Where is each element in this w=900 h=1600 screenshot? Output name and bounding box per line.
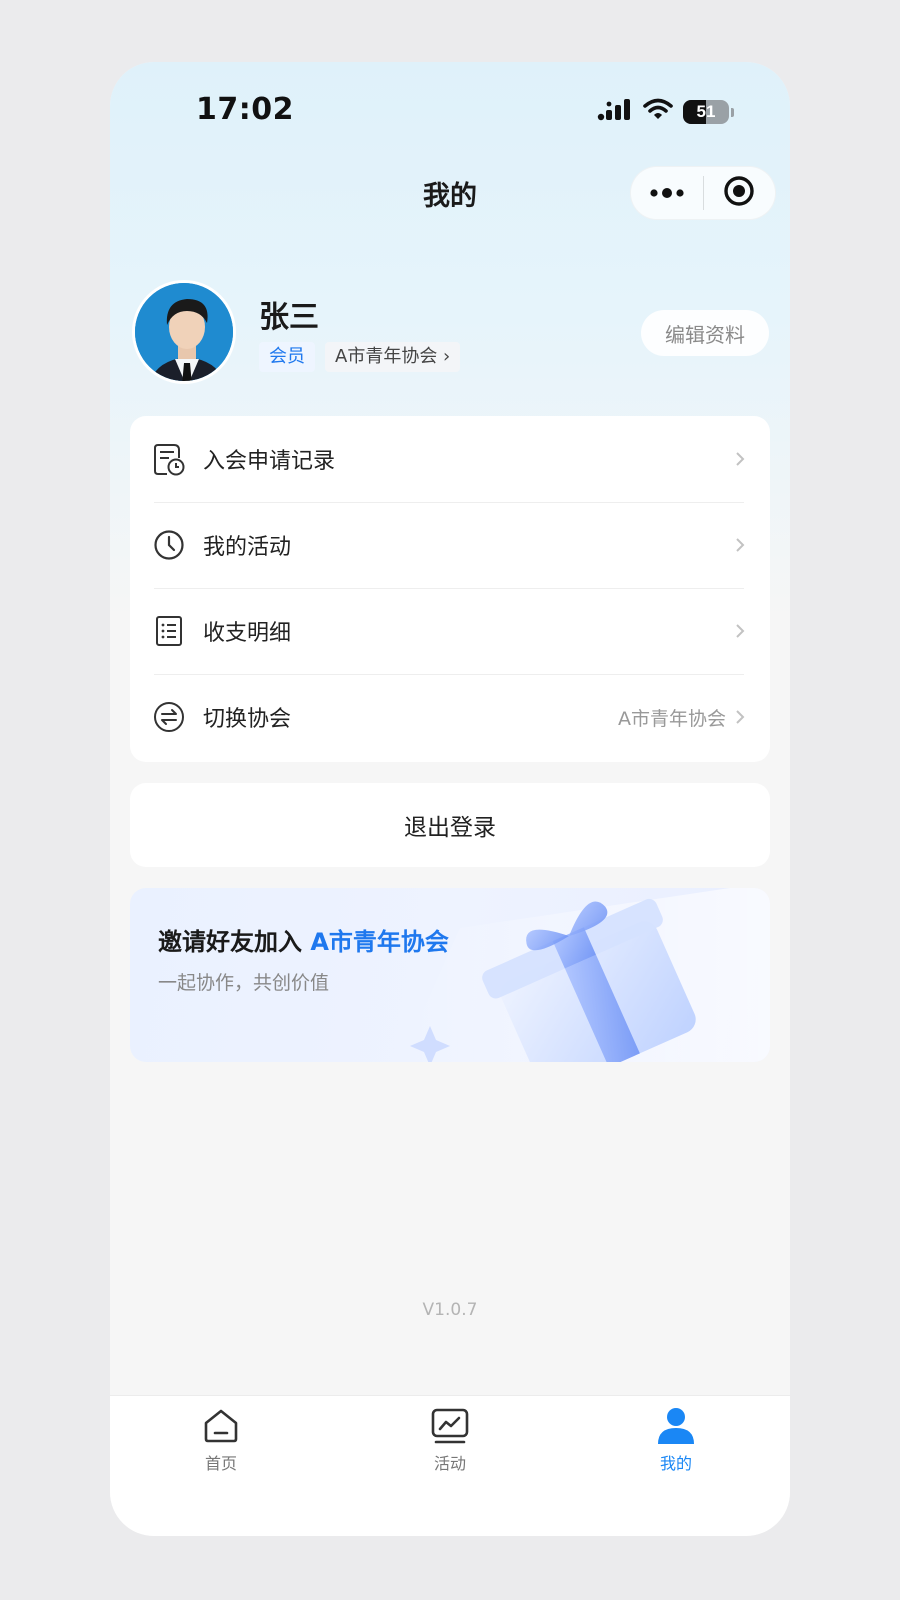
list-document-icon bbox=[152, 614, 186, 648]
chevron-right-icon bbox=[736, 624, 745, 638]
menu-item-label: 切换协会 bbox=[203, 707, 292, 732]
member-role-tag: 会员 bbox=[259, 342, 315, 372]
invite-subtitle: 一起协作，共创价值 bbox=[158, 972, 330, 994]
activity-chart-icon bbox=[431, 1408, 469, 1444]
edit-profile-button[interactable]: 编辑资料 bbox=[641, 310, 769, 356]
battery-cap bbox=[731, 107, 734, 117]
mini-program-capsule bbox=[630, 166, 776, 220]
chevron-right-icon bbox=[736, 538, 745, 552]
tab-label: 首页 bbox=[204, 1454, 237, 1473]
menu-item-label: 入会申请记录 bbox=[203, 449, 336, 474]
gift-box-illustration bbox=[400, 888, 770, 1062]
menu-item-label: 我的活动 bbox=[203, 535, 292, 560]
menu-item-application-records[interactable]: 入会申请记录 bbox=[130, 416, 770, 502]
current-association-value: A市青年协会 bbox=[618, 707, 726, 730]
association-tag[interactable]: A市青年协会 › bbox=[325, 342, 461, 372]
invite-association-name: A市青年协会 bbox=[310, 928, 449, 956]
app-version: V1.0.7 bbox=[422, 1300, 478, 1320]
tab-bar: 首页 活动 我的 bbox=[110, 1395, 790, 1536]
tab-home[interactable]: 首页 bbox=[161, 1406, 281, 1474]
chevron-right-icon bbox=[736, 710, 745, 724]
status-icons: 51 bbox=[597, 98, 734, 126]
menu-item-my-activities[interactable]: 我的活动 bbox=[130, 502, 770, 588]
invite-banner[interactable]: 邀请好友加入 A市青年协会 一起协作，共创价值 bbox=[130, 888, 770, 1062]
invite-title: 邀请好友加入 A市青年协会 bbox=[158, 922, 449, 957]
tab-label: 活动 bbox=[433, 1454, 466, 1473]
more-dots-icon bbox=[649, 184, 685, 203]
battery-level: 51 bbox=[696, 102, 716, 121]
menu-item-switch-association[interactable]: 切换协会 A市青年协会 bbox=[130, 674, 770, 760]
tab-label: 我的 bbox=[659, 1454, 692, 1473]
home-icon bbox=[204, 1409, 238, 1443]
user-name: 张三 bbox=[259, 300, 319, 335]
menu-card: 入会申请记录 我的活动 收支明细 切换协会 A市青年协会 bbox=[130, 416, 770, 762]
menu-item-label: 收支明细 bbox=[203, 621, 292, 646]
tab-mine[interactable]: 我的 bbox=[616, 1406, 736, 1474]
phone-screen: 17:02 51 我的 张三 会员 A市青年协会 › 编辑资料 入会申请记录 我… bbox=[110, 62, 790, 1536]
close-target-icon bbox=[723, 175, 755, 211]
battery-icon: 51 bbox=[683, 100, 729, 124]
status-time: 17:02 bbox=[196, 92, 294, 127]
avatar[interactable] bbox=[132, 280, 236, 384]
close-button[interactable] bbox=[704, 166, 776, 220]
tab-activities[interactable]: 活动 bbox=[390, 1406, 510, 1474]
application-record-icon bbox=[152, 442, 186, 476]
clock-icon bbox=[152, 528, 186, 562]
signal-icon bbox=[597, 98, 633, 126]
logout-button[interactable]: 退出登录 bbox=[130, 783, 770, 867]
menu-item-income-expense[interactable]: 收支明细 bbox=[130, 588, 770, 674]
person-icon bbox=[658, 1408, 694, 1444]
chevron-right-icon bbox=[736, 452, 745, 466]
invite-title-prefix: 邀请好友加入 bbox=[158, 928, 311, 956]
switch-icon bbox=[152, 700, 186, 734]
wifi-icon bbox=[643, 98, 673, 126]
more-button[interactable] bbox=[631, 166, 703, 220]
